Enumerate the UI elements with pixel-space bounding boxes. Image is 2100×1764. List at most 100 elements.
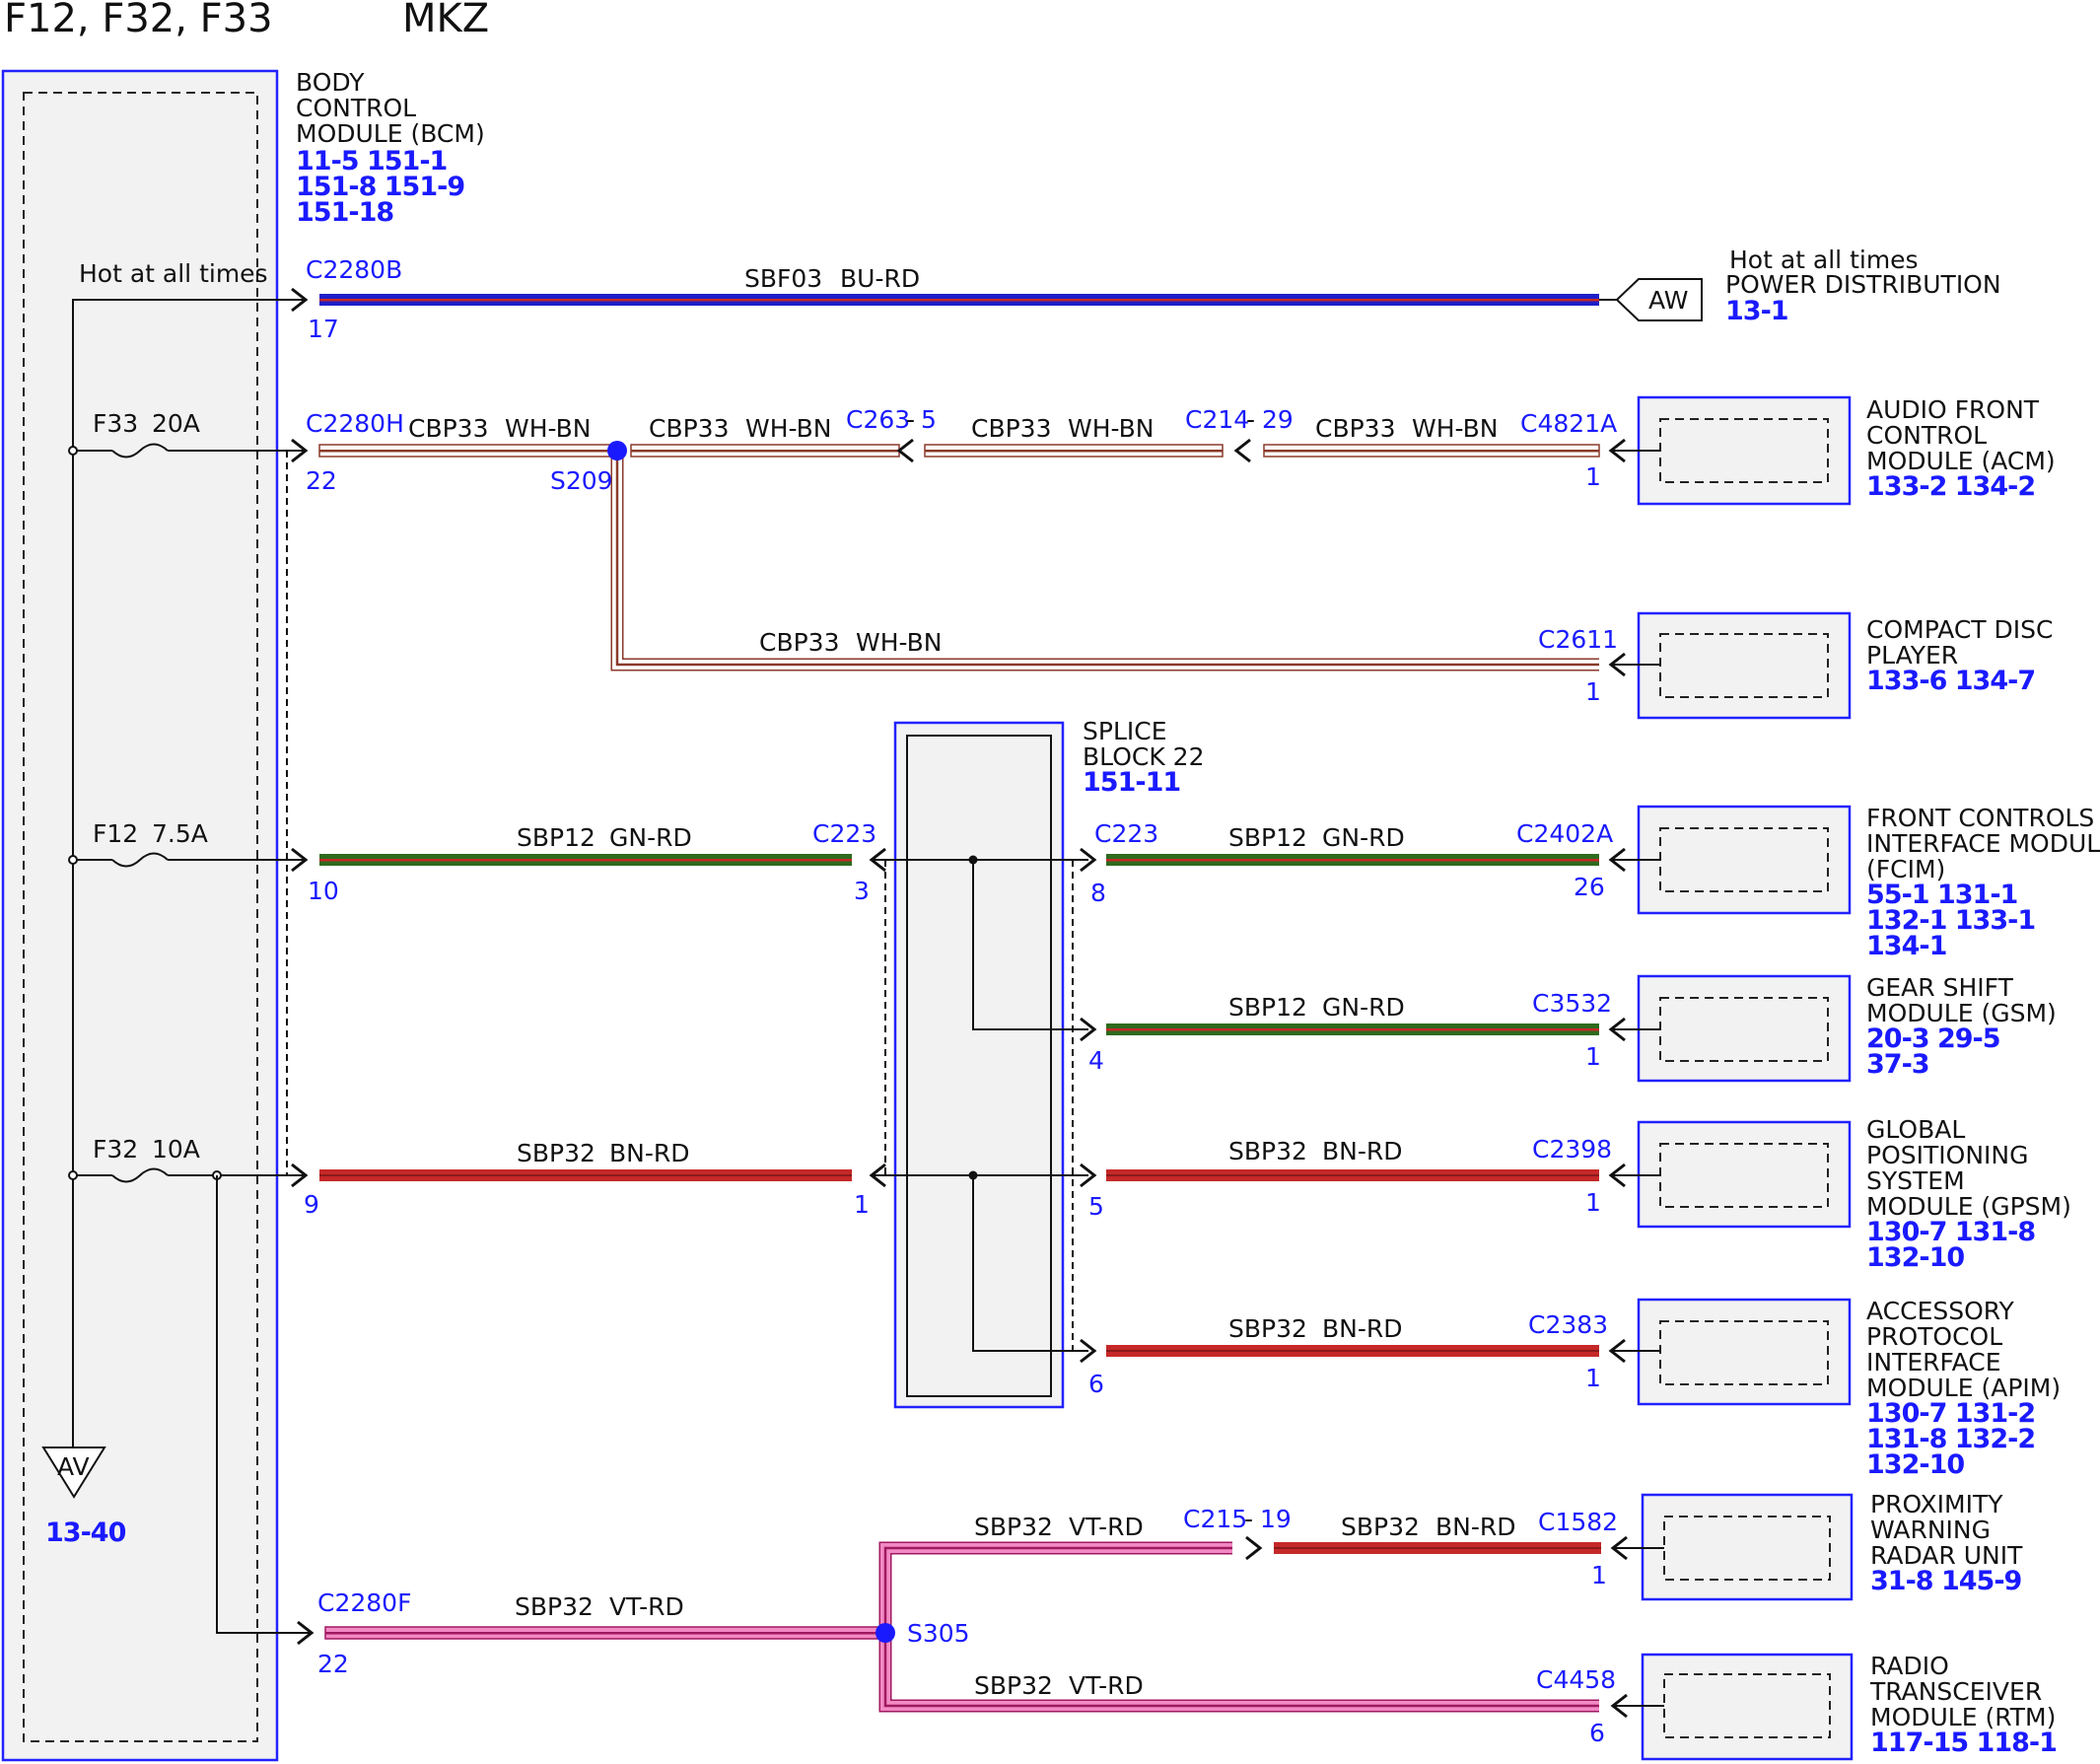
module-cd-box[interactable] (1637, 611, 1852, 720)
fuse-f33-id: F33 (93, 409, 138, 438)
wire-cbp33-bcm-s209[interactable] (318, 444, 618, 458)
module-radar-name-2: WARNING (1870, 1516, 1991, 1544)
module-cd-name-1: COMPACT DISC (1866, 615, 2053, 644)
connector-c1582[interactable]: C1582 (1538, 1508, 1618, 1536)
splice-block-page[interactable]: 151-11 (1083, 767, 1181, 798)
wire-sbp32-bn-label-4-color: BN-RD (1435, 1513, 1516, 1541)
module-rtm-pages[interactable]: 117-15 118-1 (1870, 1728, 2058, 1758)
c263-connector-icon (896, 438, 914, 463)
bcm-name-3: MODULE (BCM) (296, 119, 485, 148)
connector-sb-pin6: 6 (1088, 1370, 1104, 1398)
module-rtm-box[interactable] (1641, 1653, 1854, 1761)
connector-c215[interactable]: C215 (1183, 1505, 1247, 1533)
wire-sbp32-bn-c215-radar[interactable] (1274, 1542, 1601, 1554)
connector-c2383[interactable]: C2383 (1528, 1310, 1608, 1339)
wire-sbp12-splice-gsm[interactable] (1106, 1023, 1599, 1035)
connector-c4458[interactable]: C4458 (1536, 1665, 1616, 1694)
module-acm-name-2: CONTROL (1866, 421, 1987, 450)
connector-c4458-pin: 6 (1589, 1719, 1605, 1747)
c215-connector-icon (1245, 1535, 1263, 1561)
module-radar-pages[interactable]: 31-8 145-9 (1870, 1566, 2023, 1596)
wire-sbp32-vt-bcm-s305[interactable] (324, 1626, 886, 1640)
wire-sbp32-vt-label-3-color: VT-RD (1069, 1671, 1144, 1700)
module-gpsm-box[interactable] (1637, 1120, 1852, 1229)
connector-c263[interactable]: C263 (846, 405, 910, 434)
module-acm-pages[interactable]: 133-2 134-2 (1866, 471, 2036, 502)
fuse-f12-id: F12 (93, 819, 138, 848)
connector-c2280f-pin: 22 (317, 1650, 349, 1678)
module-cd-pages[interactable]: 133-6 134-7 (1866, 666, 2036, 696)
splice-block-22[interactable] (893, 721, 1065, 1409)
connector-c1582-pin: 1 (1591, 1561, 1607, 1589)
connector-c214[interactable]: C214 (1185, 405, 1249, 434)
splice-block-name-1: SPLICE (1083, 717, 1167, 745)
connector-c2398[interactable]: C2398 (1532, 1135, 1612, 1164)
module-acm-name-1: AUDIO FRONT (1866, 395, 2040, 424)
connector-c223-left[interactable]: C223 (812, 819, 876, 848)
wire-sbp32-bn-label-3-color: BN-RD (1322, 1314, 1403, 1343)
wire-sbp12-label-2-color: GN-RD (1322, 823, 1405, 852)
wire-cbp33-label-4-circuit: CBP33 (1315, 414, 1396, 443)
connector-c2398-pin: 1 (1585, 1188, 1601, 1217)
module-radar-name-1: PROXIMITY (1870, 1490, 2003, 1518)
connector-c3532[interactable]: C3532 (1532, 989, 1612, 1018)
module-fcim-box[interactable] (1637, 805, 1852, 915)
wire-cbp33-label-2-circuit: CBP33 (649, 414, 730, 443)
wire-sbp12-label-3-circuit: SBP12 (1228, 993, 1307, 1022)
bcm-page-3[interactable]: 151-18 (296, 197, 394, 228)
bcm-name-1: BODY (296, 68, 365, 97)
connector-c223-left-pin1: 1 (854, 1190, 870, 1219)
wire-sbp12-label-1-color: GN-RD (609, 823, 692, 852)
wire-sbp32-bcm-splice[interactable] (319, 1169, 852, 1181)
connector-c215-pin: 19 (1260, 1505, 1292, 1533)
module-apim-pages-3[interactable]: 132-10 (1866, 1449, 1965, 1480)
wire-cbp33-label-3-circuit: CBP33 (971, 414, 1052, 443)
module-acm-box[interactable] (1637, 395, 1852, 506)
splice-s305[interactable] (875, 1623, 895, 1643)
wire-sbp32-bn-label-2-circuit: SBP32 (1228, 1137, 1307, 1165)
connector-c2402a[interactable]: C2402A (1516, 819, 1613, 848)
wire-sbp12-splice-fcim[interactable] (1106, 854, 1599, 866)
wire-sbp32-splice-apim[interactable] (1106, 1345, 1599, 1357)
connector-sb-pin4: 4 (1088, 1046, 1104, 1075)
wire-cbp33-c263-c214[interactable] (924, 444, 1224, 458)
splice-s209[interactable] (607, 441, 627, 460)
sb-node-sbp12 (968, 855, 978, 865)
bcm-box[interactable] (1, 69, 279, 1762)
connector-c2280b[interactable]: C2280B (306, 255, 402, 284)
connector-c223-right[interactable]: C223 (1094, 819, 1158, 848)
module-gpsm-name-3: SYSTEM (1866, 1166, 1965, 1195)
connector-sb-pin5: 5 (1088, 1192, 1104, 1221)
module-radar-box[interactable] (1641, 1493, 1854, 1601)
bcm-hot-label: Hot at all times (79, 259, 268, 288)
wire-sbf03[interactable] (319, 294, 1599, 306)
module-apim-name-2: PROTOCOL (1866, 1322, 2002, 1351)
wire-sbf03-color: BU-RD (840, 264, 920, 293)
connector-c4821a[interactable]: C4821A (1520, 409, 1617, 438)
wire-cbp33-c214-acm[interactable] (1263, 444, 1600, 458)
module-fcim-pages-3[interactable]: 134-1 (1866, 931, 1947, 961)
splice-s305-label: S305 (907, 1619, 970, 1648)
module-apim-box[interactable] (1637, 1298, 1852, 1406)
connector-c2611-pin: 1 (1585, 677, 1601, 706)
module-gsm-box[interactable] (1637, 974, 1852, 1083)
wire-sbp32-splice-gpsm[interactable] (1106, 1169, 1599, 1181)
wire-sbp32-bn-label-3-circuit: SBP32 (1228, 1314, 1307, 1343)
connector-c2280h[interactable]: C2280H (306, 409, 404, 438)
f32-junction-dot (68, 1170, 78, 1180)
connector-c2280f[interactable]: C2280F (317, 1588, 411, 1617)
header-model: MKZ (402, 0, 489, 41)
module-gpsm-pages-2[interactable]: 132-10 (1866, 1242, 1965, 1273)
ground-page-ref[interactable]: 13-40 (45, 1517, 127, 1548)
fuse-f32-rating: 10A (152, 1135, 200, 1164)
wire-sbp12-bcm-splice[interactable] (319, 854, 852, 866)
wire-cbp33-s209-c263[interactable] (630, 444, 900, 458)
wire-sbp32-bn-label-1-circuit: SBP32 (517, 1139, 595, 1167)
wire-sbp32-vt-label-1-circuit: SBP32 (515, 1592, 594, 1621)
connector-c215-dash: - (1244, 1505, 1253, 1533)
connector-c2611[interactable]: C2611 (1538, 625, 1618, 654)
module-gpsm-name-1: GLOBAL (1866, 1115, 1965, 1144)
module-gsm-pages-2[interactable]: 37-3 (1866, 1049, 1930, 1080)
power-page-ref[interactable]: 13-1 (1725, 296, 1789, 326)
wire-sbp32-vt-label-1-color: VT-RD (609, 1592, 684, 1621)
